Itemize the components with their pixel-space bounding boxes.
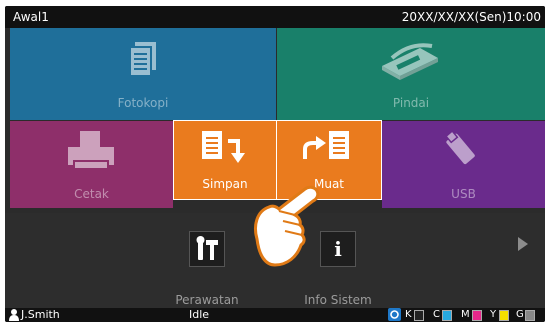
screen-title: Awal1 xyxy=(13,10,49,24)
ink-c-label: C xyxy=(433,309,440,320)
maintenance-label: Perawatan xyxy=(175,293,239,307)
device-panel: Awal1 20XX/XX/XX(Sen)10:00 Fotokopi Pind… xyxy=(0,0,551,325)
maintenance-button[interactable] xyxy=(189,231,225,267)
machine-status: Idle xyxy=(189,308,210,321)
ink-c-level xyxy=(442,310,452,321)
ink-y-label: Y xyxy=(490,309,497,320)
tools-icon xyxy=(196,236,218,260)
tile-usb-label: USB xyxy=(451,187,476,201)
user-name: J.Smith xyxy=(21,308,60,321)
printer-icon xyxy=(68,131,114,169)
date-time: 20XX/XX/XX(Sen)10:00 xyxy=(401,10,541,24)
tile-print[interactable]: Cetak xyxy=(10,121,173,208)
load-icon xyxy=(303,131,349,159)
tile-scan-label: Pindai xyxy=(392,96,430,110)
store-icon xyxy=(202,131,245,163)
ink-k-level xyxy=(414,310,424,321)
ink-k-label: K xyxy=(405,309,412,320)
scanner-icon xyxy=(382,43,438,80)
tile-usb[interactable]: USB xyxy=(382,121,545,208)
system-info-label: Info Sistem xyxy=(304,293,372,307)
tile-copy-label: Fotokopi xyxy=(117,96,169,110)
ink-g-label: G xyxy=(516,309,524,320)
user-icon xyxy=(9,309,19,321)
ink-m-level xyxy=(472,310,482,321)
ink-g-level xyxy=(525,310,535,321)
tile-print-label: Cetak xyxy=(74,187,109,201)
title-bar: Awal1 20XX/XX/XX(Sen)10:00 xyxy=(5,6,545,28)
tile-copy[interactable]: Fotokopi xyxy=(10,28,276,120)
copy-icon xyxy=(130,42,156,76)
next-arrow-icon[interactable] xyxy=(518,237,528,251)
ink-drop-icon xyxy=(388,308,401,321)
ink-m-label: M xyxy=(461,309,470,320)
pointer-hand-icon xyxy=(254,185,320,267)
tile-scan[interactable]: Pindai xyxy=(277,28,545,120)
ink-y-level xyxy=(499,310,509,321)
touch-screen: Awal1 20XX/XX/XX(Sen)10:00 Fotokopi Pind… xyxy=(5,6,545,322)
status-bar: J.Smith Idle K C M Y G xyxy=(5,308,545,322)
usb-icon xyxy=(445,130,475,165)
